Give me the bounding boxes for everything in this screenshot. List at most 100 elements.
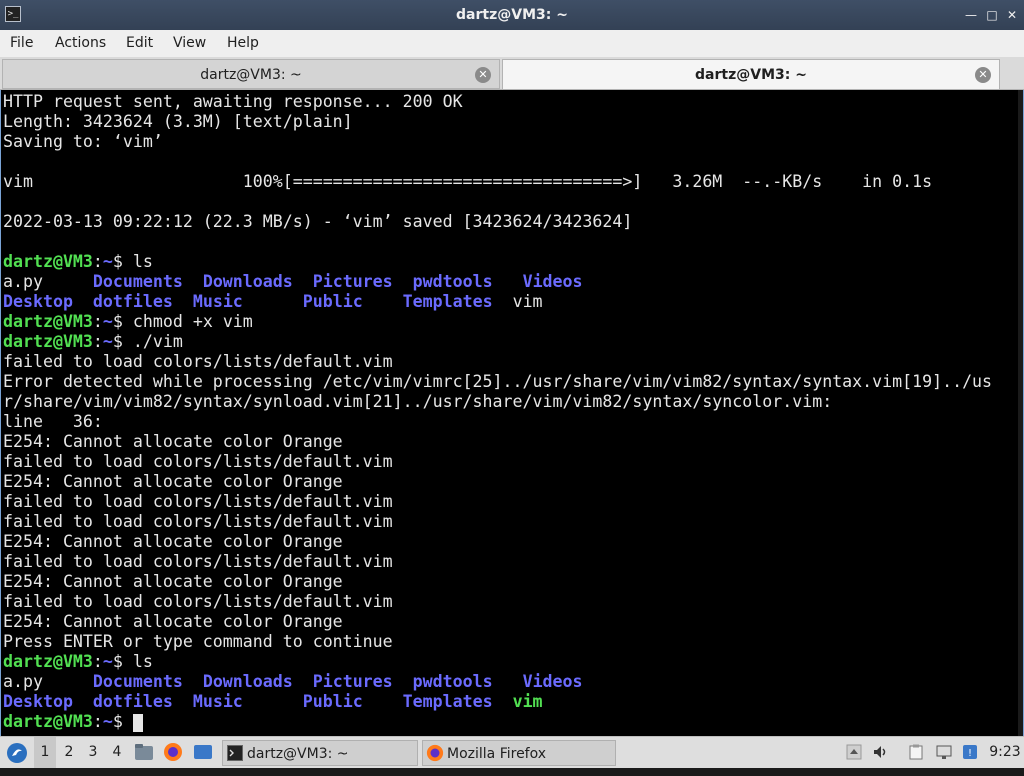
terminal-text: failed to load colors/lists/default.vim — [3, 492, 393, 511]
terminal-text: line 36: — [3, 412, 103, 431]
terminal-line: HTTP request sent, awaiting response... … — [3, 92, 463, 112]
task-firefox[interactable]: Mozilla Firefox — [422, 740, 616, 766]
menu-help[interactable]: Help — [227, 30, 259, 57]
terminal-text: $ ls — [112, 252, 153, 271]
directory-entry: Downloads — [202, 272, 293, 291]
directory-entry: ~ — [102, 252, 113, 271]
update-notifier-icon[interactable]: ! — [962, 744, 978, 760]
directory-entry: Pictures — [312, 272, 393, 291]
directory-entry: Videos — [522, 672, 583, 691]
directory-entry: ~ — [102, 312, 113, 331]
scroll-up-icon[interactable] — [846, 744, 862, 760]
terminal-text: E254: Cannot allocate color Orange — [3, 432, 343, 451]
terminal-line: dartz@VM3:~$ ls — [3, 252, 153, 272]
terminal-line: a.py Documents Downloads Pictures pwdtoo… — [3, 672, 583, 692]
menu-view[interactable]: View — [173, 30, 206, 57]
terminal-line: E254: Cannot allocate color Orange — [3, 532, 343, 552]
workspace-2[interactable]: 2 — [58, 737, 80, 768]
terminal-line: dartz@VM3:~$ ./vim — [3, 332, 183, 352]
directory-entry: pwdtools — [412, 272, 493, 291]
menu-actions[interactable]: Actions — [55, 30, 106, 57]
terminal-line: line 36: — [3, 412, 103, 432]
tab-close-icon[interactable]: ✕ — [475, 67, 491, 83]
terminal-text: $ ./vim — [112, 332, 183, 351]
terminal-text: failed to load colors/lists/default.vim — [3, 452, 393, 471]
start-menu-button[interactable] — [4, 737, 30, 768]
menu-file[interactable]: File — [10, 30, 33, 57]
terminal-line: failed to load colors/lists/default.vim — [3, 552, 393, 572]
workspace-3[interactable]: 3 — [82, 737, 104, 768]
tab-close-icon[interactable]: ✕ — [975, 67, 991, 83]
task-label: dartz@VM3: ~ — [247, 746, 349, 762]
terminal-text: a.py — [3, 672, 93, 691]
svg-text:!: ! — [968, 748, 972, 759]
terminal-output[interactable]: HTTP request sent, awaiting response... … — [0, 90, 1024, 736]
firefox-launcher[interactable] — [163, 737, 187, 768]
terminal-line: Saving to: ‘vim’ — [3, 132, 163, 152]
terminal-text: : — [92, 252, 103, 271]
network-icon[interactable] — [936, 744, 952, 760]
folder-icon — [135, 744, 153, 760]
tab-terminal-2[interactable]: dartz@VM3: ~ ✕ — [502, 59, 1000, 89]
window-titlebar[interactable]: >_ dartz@VM3: ~ — □ ✕ — [0, 0, 1024, 30]
terminal-line: Press ENTER or type command to continue — [3, 632, 393, 652]
close-button[interactable]: ✕ — [1004, 7, 1020, 23]
terminal-text: E254: Cannot allocate color Orange — [3, 532, 343, 551]
terminal-icon — [227, 745, 243, 761]
minimize-button[interactable]: — — [963, 7, 979, 23]
terminal-text: Press ENTER or type command to continue — [3, 632, 393, 651]
terminal-text: : — [92, 712, 103, 731]
clock[interactable]: 9:23 — [988, 737, 1022, 768]
firefox-icon — [164, 743, 182, 761]
show-desktop-button[interactable] — [193, 737, 217, 768]
workspace-4[interactable]: 4 — [106, 737, 128, 768]
terminal-text: vim 100%[===============================… — [3, 172, 933, 191]
terminal-text: failed to load colors/lists/default.vim — [3, 592, 393, 611]
workspace-1[interactable]: 1 — [34, 737, 56, 768]
directory-entry: pwdtools — [412, 672, 493, 691]
task-terminal[interactable]: dartz@VM3: ~ — [222, 740, 418, 766]
terminal-text: 2022-03-13 09:22:12 (22.3 MB/s) - ‘vim’ … — [3, 212, 633, 231]
directory-entry: Pictures — [312, 672, 393, 691]
directory-entry: ~ — [102, 652, 113, 671]
terminal-scrollbar[interactable] — [1018, 90, 1023, 736]
taskbar: 1 2 3 4 dartz@VM3: ~ Mozilla Firefox ! 9… — [0, 736, 1024, 768]
prompt-user: dartz@VM3 — [3, 652, 93, 671]
terminal-text: r/share/vim/vim82/syntax/synload.vim[21]… — [3, 392, 833, 411]
file-manager-launcher[interactable] — [134, 737, 156, 768]
prompt-user: dartz@VM3 — [3, 332, 93, 351]
terminal-text: failed to load colors/lists/default.vim — [3, 352, 393, 371]
directory-entry: ~ — [102, 712, 113, 731]
terminal-line: E254: Cannot allocate color Orange — [3, 472, 343, 492]
maximize-button[interactable]: □ — [984, 7, 1000, 23]
terminal-line: dartz@VM3:~$ — [3, 712, 143, 732]
terminal-line: Length: 3423624 (3.3M) [text/plain] — [3, 112, 353, 132]
directory-entry: Music — [192, 292, 243, 311]
terminal-text: $ — [112, 712, 133, 731]
task-label: Mozilla Firefox — [447, 746, 547, 762]
clipboard-icon[interactable] — [908, 744, 924, 760]
directory-entry: Music — [192, 692, 243, 711]
menu-bar: File Actions Edit View Help — [0, 30, 1024, 57]
tab-terminal-1[interactable]: dartz@VM3: ~ ✕ — [2, 59, 500, 89]
terminal-line: failed to load colors/lists/default.vim — [3, 492, 393, 512]
terminal-text: Saving to: ‘vim’ — [3, 132, 163, 151]
menu-edit[interactable]: Edit — [126, 30, 153, 57]
directory-entry: Templates — [402, 292, 493, 311]
terminal-line: dartz@VM3:~$ ls — [3, 652, 153, 672]
firefox-icon — [426, 744, 444, 762]
directory-entry: Templates — [402, 692, 493, 711]
terminal-cursor — [132, 713, 143, 732]
volume-icon[interactable] — [872, 744, 888, 760]
directory-entry: Downloads — [202, 672, 293, 691]
directory-entry: Desktop — [3, 292, 73, 311]
terminal-line: dartz@VM3:~$ chmod +x vim — [3, 312, 253, 332]
